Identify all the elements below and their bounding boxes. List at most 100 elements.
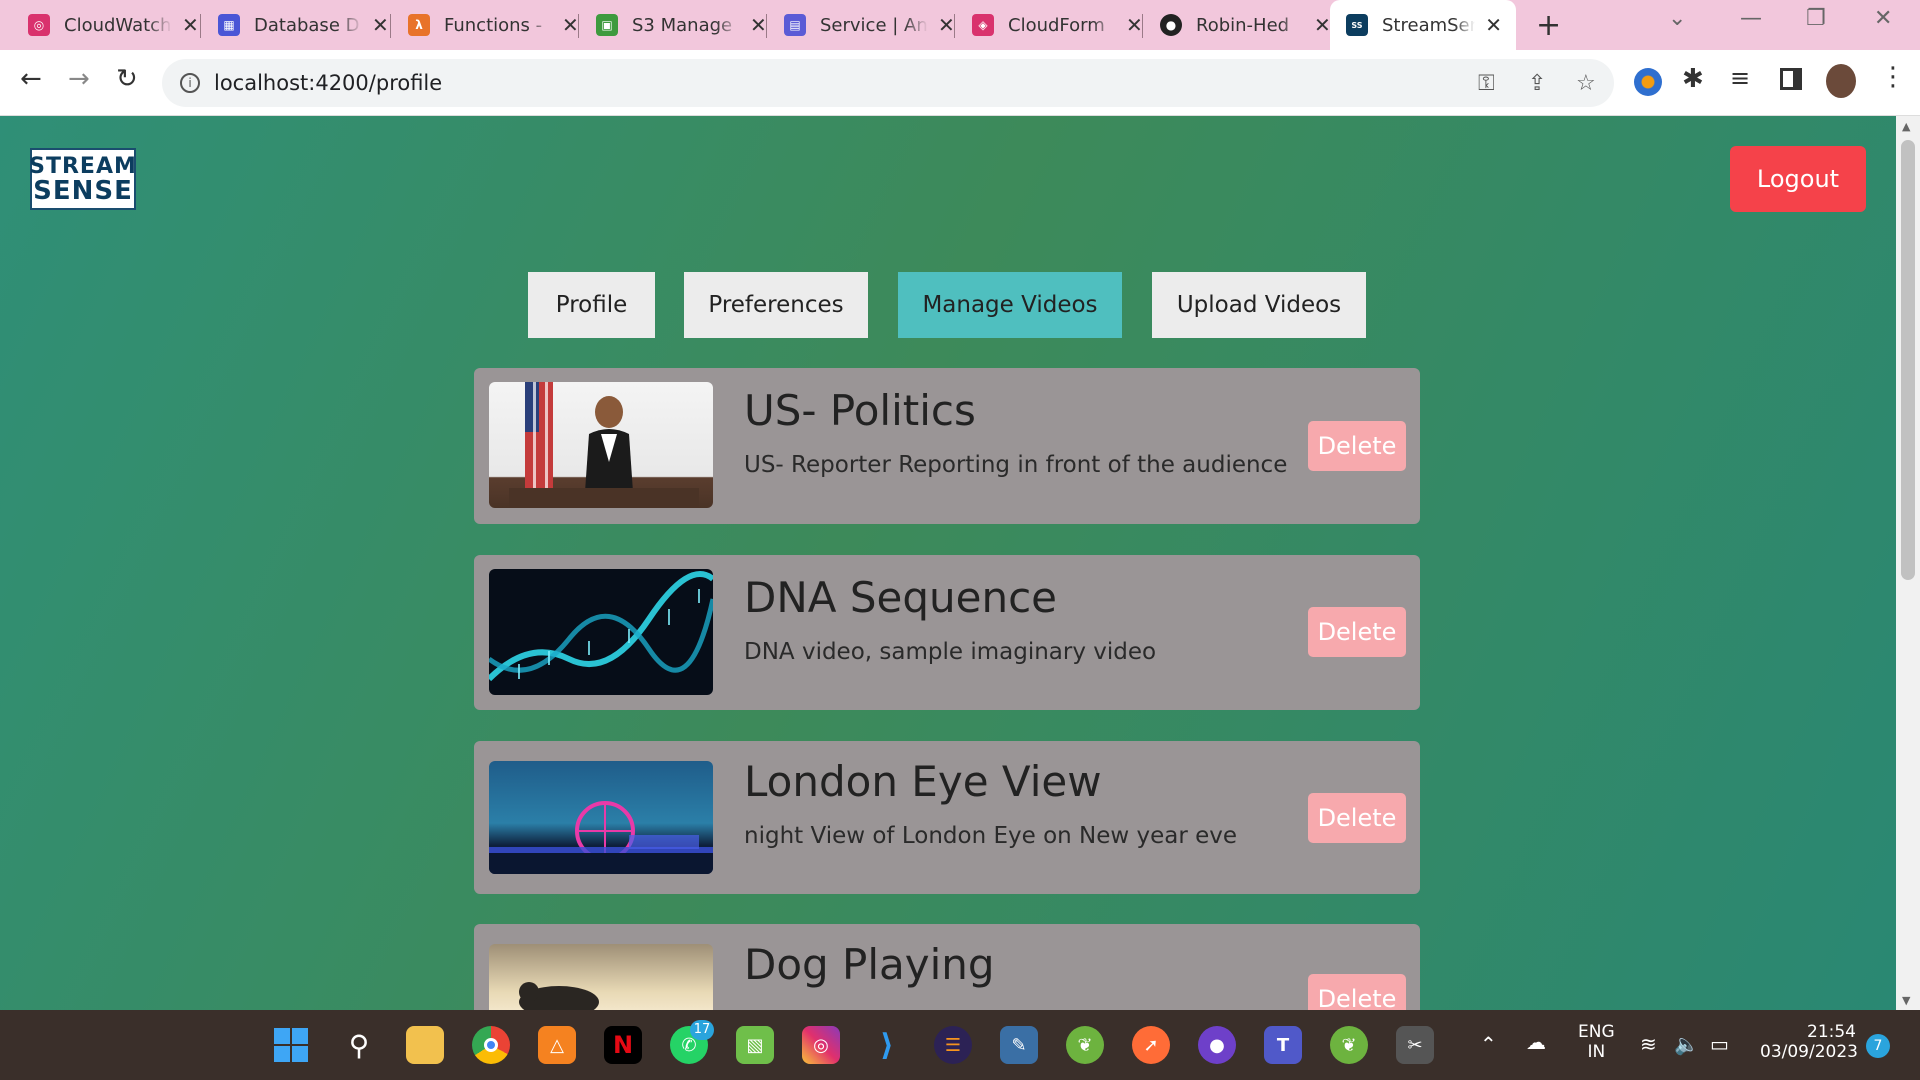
- tab-title: Functions -: [444, 14, 543, 36]
- browser-tab-active[interactable]: SS StreamSens ✕: [1330, 0, 1516, 50]
- browser-tab[interactable]: ▦ Database D ✕: [190, 0, 403, 50]
- browser-tab[interactable]: λ Functions - ✕: [380, 0, 593, 50]
- photos-icon[interactable]: ▧: [736, 1026, 774, 1064]
- github-desktop-icon[interactable]: ●: [1198, 1026, 1236, 1064]
- cloudformation-icon: ◈: [972, 14, 994, 36]
- video-card: US- Politics US- Reporter Reporting in f…: [474, 368, 1420, 524]
- onedrive-icon[interactable]: ☁: [1526, 1030, 1546, 1054]
- tab-profile[interactable]: Profile: [528, 272, 655, 338]
- windows-start-icon[interactable]: [272, 1026, 310, 1064]
- snipping-tool-icon[interactable]: ✂: [1396, 1026, 1434, 1064]
- show-hidden-icons[interactable]: ⌃: [1480, 1032, 1497, 1056]
- teams-icon[interactable]: T: [1264, 1026, 1302, 1064]
- scrollbar-thumb[interactable]: [1901, 140, 1915, 580]
- side-panel-icon[interactable]: [1780, 68, 1802, 90]
- whatsapp-badge: 17: [690, 1020, 714, 1040]
- browser-tab[interactable]: ▤ Service | An ✕: [756, 0, 969, 50]
- video-thumbnail[interactable]: [489, 761, 713, 874]
- tab-title: CloudForm: [1008, 14, 1105, 36]
- site-info-icon[interactable]: i: [180, 73, 200, 93]
- address-bar[interactable]: i localhost:4200/profile ⚿ ⇪ ☆: [162, 59, 1614, 107]
- tab-manage-videos[interactable]: Manage Videos: [898, 272, 1122, 338]
- video-card: London Eye View night View of London Eye…: [474, 741, 1420, 894]
- url-text[interactable]: localhost:4200/profile: [214, 71, 442, 95]
- video-thumbnail[interactable]: [489, 569, 713, 695]
- eclipse-icon[interactable]: ☰: [934, 1026, 972, 1064]
- language-label: ENG: [1578, 1022, 1615, 1042]
- puzzle-icon[interactable]: ✱: [1682, 64, 1704, 94]
- browser-tab[interactable]: ● Robin-Hed ✕: [1132, 0, 1345, 50]
- file-explorer-icon[interactable]: [406, 1026, 444, 1064]
- lambda-icon: λ: [408, 14, 430, 36]
- github-icon: ●: [1160, 14, 1182, 36]
- forward-icon[interactable]: →: [68, 64, 90, 94]
- avatar[interactable]: [1826, 64, 1856, 98]
- spring-icon[interactable]: ❦: [1066, 1026, 1104, 1064]
- clock[interactable]: 21:54 03/09/2023: [1760, 1022, 1858, 1062]
- scroll-down-icon[interactable]: ▼: [1902, 994, 1910, 1007]
- instagram-icon[interactable]: ◎: [802, 1026, 840, 1064]
- back-icon[interactable]: ←: [20, 64, 42, 94]
- mysql-workbench-icon[interactable]: ✎: [1000, 1026, 1038, 1064]
- tab-search-icon[interactable]: ⌄: [1668, 6, 1686, 31]
- language-indicator[interactable]: ENG IN: [1578, 1022, 1615, 1062]
- volume-icon[interactable]: 🔈: [1674, 1032, 1699, 1056]
- flag-podium-image: [509, 382, 699, 508]
- video-description: DNA video, sample imaginary video: [744, 639, 1157, 665]
- streamsense-logo[interactable]: STREAM SENSE: [29, 148, 136, 210]
- extension-icon[interactable]: [1634, 68, 1662, 96]
- new-tab-icon[interactable]: +: [1536, 8, 1561, 43]
- browser-tab[interactable]: ◈ CloudForm ✕: [944, 0, 1157, 50]
- service-icon: ▤: [784, 14, 806, 36]
- netflix-icon[interactable]: N: [604, 1026, 642, 1064]
- close-icon[interactable]: ✕: [1314, 13, 1331, 37]
- close-icon[interactable]: ✕: [1485, 13, 1502, 37]
- browser-tab-strip: ◎ CloudWatch ✕ ▦ Database D ✕ λ Function…: [0, 0, 1920, 50]
- logo-line2: SENSE: [33, 176, 133, 206]
- wifi-icon[interactable]: ≋: [1640, 1032, 1657, 1056]
- restore-icon[interactable]: ❐: [1806, 6, 1826, 31]
- chrome-icon[interactable]: [472, 1026, 510, 1064]
- notification-badge[interactable]: 7: [1866, 1034, 1890, 1058]
- tab-title: Service | An: [820, 14, 928, 36]
- page: STREAM SENSE Logout Profile Preferences …: [0, 116, 1896, 1010]
- london-eye-image: [489, 801, 713, 874]
- postman-icon[interactable]: ➚: [1132, 1026, 1170, 1064]
- bookmark-star-icon[interactable]: ☆: [1576, 71, 1596, 96]
- share-icon[interactable]: ⇪: [1528, 71, 1546, 96]
- video-title: US- Politics: [744, 386, 976, 435]
- video-card: DNA Sequence DNA video, sample imaginary…: [474, 555, 1420, 710]
- reload-icon[interactable]: ↻: [116, 64, 138, 94]
- battery-icon[interactable]: ▭: [1710, 1032, 1729, 1056]
- browser-tab[interactable]: ◎ CloudWatch ✕: [0, 0, 213, 50]
- delete-button[interactable]: Delete: [1308, 607, 1406, 657]
- page-scrollbar[interactable]: ▲ ▼: [1896, 116, 1920, 1010]
- close-window-icon[interactable]: ✕: [1874, 6, 1892, 31]
- tab-title: Robin-Hed: [1196, 14, 1290, 36]
- clock-date: 03/09/2023: [1760, 1042, 1858, 1062]
- logout-button[interactable]: Logout: [1730, 146, 1866, 212]
- key-icon[interactable]: ⚿: [1478, 71, 1495, 96]
- browser-toolbar: ← → ↻ i localhost:4200/profile ⚿ ⇪ ☆ ✱ ≡…: [0, 50, 1920, 116]
- tab-title: Database D: [254, 14, 360, 36]
- tab-upload-videos[interactable]: Upload Videos: [1152, 272, 1366, 338]
- cloudwatch-icon: ◎: [28, 14, 50, 36]
- media-icon[interactable]: ≡: [1730, 64, 1750, 92]
- streamsense-icon: SS: [1346, 14, 1368, 36]
- video-description: US- Reporter Reporting in front of the a…: [744, 452, 1288, 478]
- tab-preferences[interactable]: Preferences: [684, 272, 868, 338]
- delete-button[interactable]: Delete: [1308, 421, 1406, 471]
- video-thumbnail[interactable]: [489, 944, 713, 1010]
- search-icon[interactable]: ⚲: [340, 1026, 378, 1064]
- delete-button[interactable]: Delete: [1308, 793, 1406, 843]
- minimize-icon[interactable]: —: [1740, 6, 1762, 31]
- browser-tab[interactable]: ▣ S3 Manage ✕: [568, 0, 781, 50]
- spring-tool-icon[interactable]: ❦: [1330, 1026, 1368, 1064]
- delete-button[interactable]: Delete: [1308, 974, 1406, 1010]
- video-thumbnail[interactable]: [489, 382, 713, 508]
- app-icon[interactable]: △: [538, 1026, 576, 1064]
- menu-icon[interactable]: ⋮: [1880, 62, 1906, 92]
- vscode-icon[interactable]: ⟩: [868, 1026, 906, 1064]
- video-title: Dog Playing: [744, 940, 995, 989]
- scroll-up-icon[interactable]: ▲: [1902, 120, 1910, 133]
